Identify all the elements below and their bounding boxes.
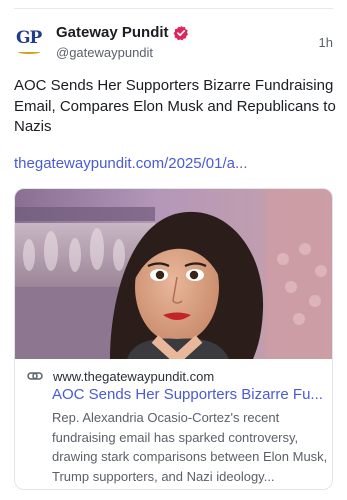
post-text: AOC Sends Her Supporters Bizarre Fundrai…	[14, 77, 336, 135]
card-domain-row: www.thegatewaypundit.com	[27, 368, 214, 384]
verified-badge-icon	[173, 25, 188, 40]
post-header: GP Gateway Pundit @gatewaypundit 1h	[14, 22, 333, 66]
avatar-swoosh	[18, 50, 40, 54]
author-row: Gateway Pundit	[56, 24, 189, 41]
author-name[interactable]: Gateway Pundit	[56, 24, 169, 41]
avatar-logo-text: GP	[16, 28, 42, 48]
card-domain: www.thegatewaypundit.com	[53, 368, 215, 384]
link-chain-icon	[27, 372, 43, 380]
top-divider	[14, 8, 333, 9]
card-body[interactable]: www.thegatewaypundit.com AOC Sends Her S…	[15, 359, 332, 489]
post-link[interactable]: thegatewaypundit.com/2025/01/a...	[14, 155, 248, 172]
card-description: Rep. Alexandria Ocasio-Cortez's recent f…	[52, 410, 328, 484]
card-title[interactable]: AOC Sends Her Supporters Bizarre Fu...	[52, 386, 324, 403]
author-handle[interactable]: @gatewaypundit	[56, 45, 153, 60]
avatar[interactable]: GP	[14, 24, 48, 62]
link-preview-card[interactable]: www.thegatewaypundit.com AOC Sends Her S…	[14, 188, 333, 490]
post-timestamp[interactable]: 1h	[319, 35, 333, 50]
card-thumbnail-image[interactable]	[15, 189, 332, 359]
